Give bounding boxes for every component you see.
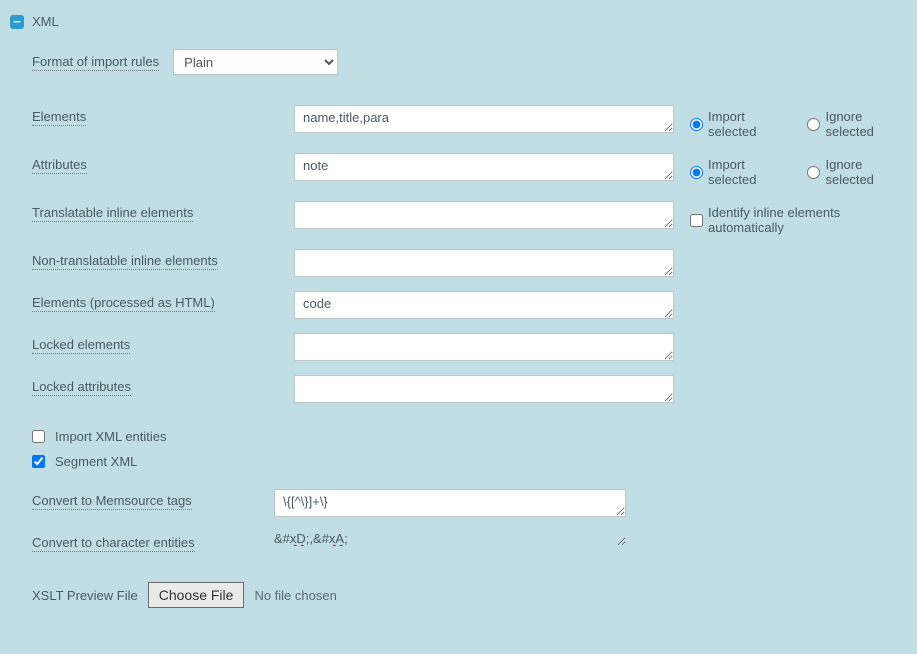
- elements-label: Elements: [32, 109, 86, 126]
- segment-xml-check[interactable]: [32, 455, 45, 468]
- xslt-label: XSLT Preview File: [32, 588, 138, 603]
- file-status: No file chosen: [254, 588, 336, 603]
- elements-import-radio[interactable]: Import selected: [690, 109, 789, 139]
- non-trans-inline-input[interactable]: [294, 249, 674, 277]
- attributes-label: Attributes: [32, 157, 87, 174]
- locked-attributes-input[interactable]: [294, 375, 674, 403]
- trans-inline-label: Translatable inline elements: [32, 205, 193, 222]
- import-entities-check[interactable]: [32, 430, 45, 443]
- attributes-ignore-radio[interactable]: Ignore selected: [807, 157, 907, 187]
- html-elements-input[interactable]: [294, 291, 674, 319]
- elements-input[interactable]: [294, 105, 674, 133]
- convert-tags-input[interactable]: [274, 489, 626, 517]
- trans-inline-input[interactable]: [294, 201, 674, 229]
- section-title: XML: [32, 14, 59, 29]
- convert-tags-label: Convert to Memsource tags: [32, 493, 192, 510]
- html-elements-label: Elements (processed as HTML): [32, 295, 215, 312]
- segment-xml-label: Segment XML: [55, 454, 137, 469]
- format-select[interactable]: Plain: [173, 49, 338, 75]
- convert-entities-label: Convert to character entities: [32, 535, 195, 552]
- identify-inline-check[interactable]: Identify inline elements automatically: [690, 205, 907, 235]
- non-trans-inline-label: Non-translatable inline elements: [32, 253, 218, 270]
- attributes-input[interactable]: [294, 153, 674, 181]
- choose-file-button[interactable]: Choose File: [148, 582, 245, 608]
- collapse-icon[interactable]: −: [10, 15, 24, 29]
- locked-attributes-label: Locked attributes: [32, 379, 131, 396]
- attributes-import-radio[interactable]: Import selected: [690, 157, 789, 187]
- locked-elements-input[interactable]: [294, 333, 674, 361]
- locked-elements-label: Locked elements: [32, 337, 130, 354]
- elements-ignore-radio[interactable]: Ignore selected: [807, 109, 907, 139]
- format-label: Format of import rules: [32, 54, 159, 71]
- convert-entities-input[interactable]: &#xD;,&#xA;: [274, 531, 626, 546]
- import-entities-label: Import XML entities: [55, 429, 167, 444]
